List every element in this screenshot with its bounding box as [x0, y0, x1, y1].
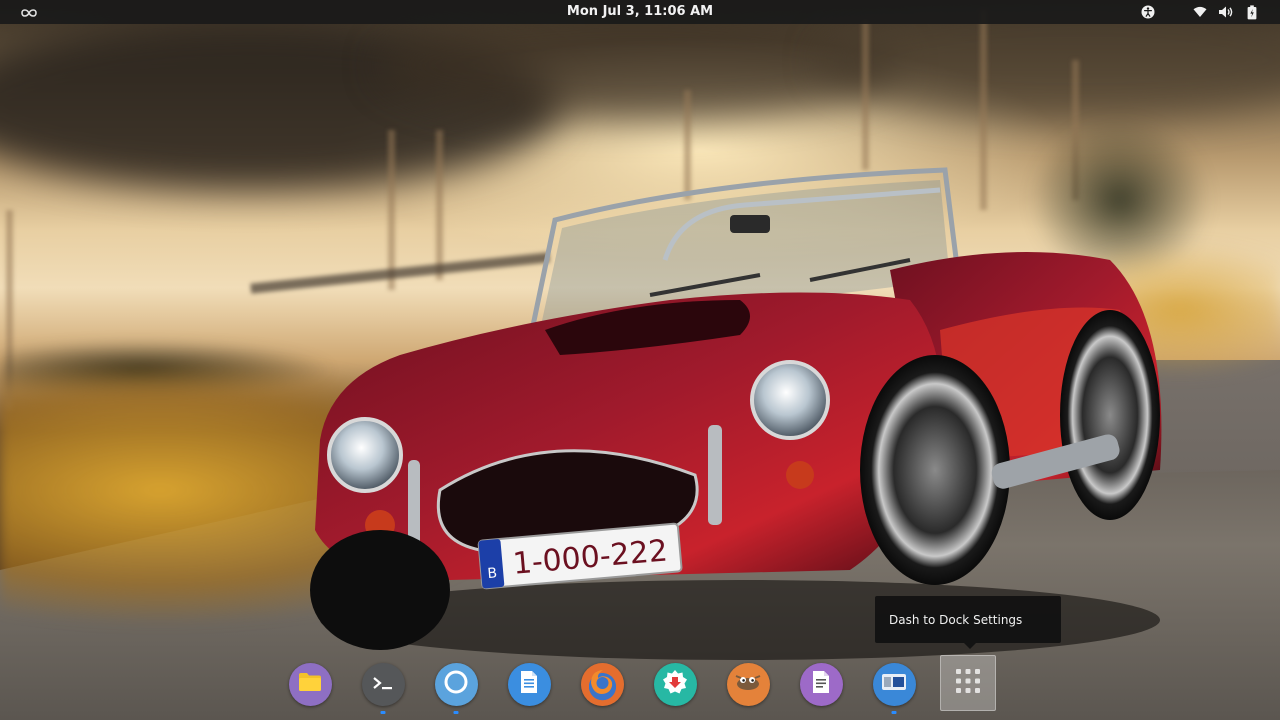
dock-item-terminal[interactable] [360, 661, 406, 714]
dock-item-firefox[interactable] [579, 661, 625, 707]
battery-icon[interactable] [1244, 4, 1260, 20]
folder-icon [298, 672, 322, 696]
firefox-icon [587, 667, 617, 701]
dock-item-document-viewer[interactable] [798, 661, 844, 707]
apps-grid-icon [953, 666, 983, 700]
wifi-icon[interactable] [1192, 4, 1208, 20]
tooltip-text: Dash to Dock Settings [889, 612, 1023, 627]
dock-item-chromium[interactable] [433, 661, 479, 714]
show-applications-button[interactable] [940, 655, 996, 711]
dock-item-text-editor[interactable] [506, 661, 552, 707]
clock-datetime[interactable]: Mon Jul 3, 11:06 AM [567, 0, 713, 24]
accessibility-icon[interactable] [1140, 4, 1156, 20]
plate-country: B [487, 565, 498, 582]
gimp-icon [734, 672, 762, 696]
system-monitor-icon [881, 673, 907, 695]
document-icon [519, 670, 539, 698]
desktop-wallpaper: B 1-000-222 [0, 0, 1280, 720]
dock-item-system-monitor[interactable] [871, 661, 917, 714]
running-indicator [380, 711, 386, 714]
infinity-icon [20, 3, 38, 22]
software-center-icon [661, 668, 689, 700]
running-indicator [891, 711, 897, 714]
system-tray[interactable] [1140, 0, 1260, 24]
running-indicator [453, 711, 459, 714]
document-viewer-icon [811, 670, 831, 698]
dock-item-gimp[interactable] [725, 661, 771, 707]
volume-icon[interactable] [1218, 4, 1234, 20]
terminal-icon [372, 675, 394, 694]
dock [0, 652, 1280, 720]
dock-tooltip: Dash to Dock Settings [875, 596, 1061, 649]
top-bar: Mon Jul 3, 11:06 AM [0, 0, 1280, 24]
browser-icon [443, 669, 469, 699]
dock-item-software-center[interactable] [652, 661, 698, 707]
dock-item-files[interactable] [287, 661, 333, 707]
activities-button[interactable] [16, 2, 42, 22]
car-image: B 1-000-222 [290, 150, 1190, 670]
